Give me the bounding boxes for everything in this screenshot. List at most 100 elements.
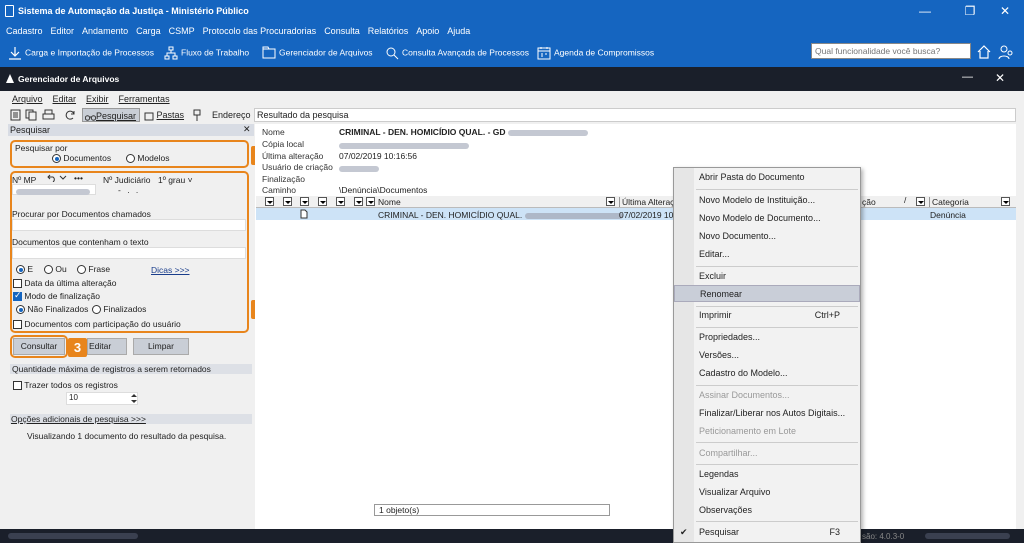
ctx-novo-documento[interactable]: Novo Documento... bbox=[674, 228, 860, 245]
chevron-down-icon[interactable] bbox=[59, 175, 67, 181]
limpar-button[interactable]: Limpar bbox=[133, 338, 189, 355]
close-button[interactable]: ✕ bbox=[990, 2, 1020, 20]
menu-relatorios[interactable]: Relatórios bbox=[364, 23, 413, 36]
search-panel-close-icon[interactable]: ✕ bbox=[243, 124, 251, 135]
ctx-pesquisar[interactable]: ✔ Pesquisar F3 bbox=[674, 524, 860, 541]
window-title: Sistema de Automação da Justiça - Minist… bbox=[18, 6, 249, 16]
menu-editor[interactable]: Editor bbox=[47, 23, 79, 36]
nmp-input[interactable] bbox=[12, 184, 96, 195]
ctx-editar[interactable]: Editar... bbox=[674, 246, 860, 263]
menu-carga[interactable]: Carga bbox=[132, 23, 165, 36]
col-header-nome[interactable]: Nome bbox=[378, 197, 401, 207]
stepper-arrows-icon[interactable] bbox=[130, 392, 138, 405]
col-filter-categoria[interactable] bbox=[1001, 197, 1010, 206]
dicas-link[interactable]: Dicas >>> bbox=[151, 265, 190, 275]
refresh-icon[interactable] bbox=[64, 109, 76, 121]
copy-doc-icon[interactable] bbox=[25, 109, 37, 121]
ctx-renomear[interactable]: Renomear bbox=[674, 285, 860, 302]
grau-select[interactable]: 1º grau ˅ bbox=[158, 175, 193, 185]
radio-e-circle bbox=[16, 265, 25, 275]
ctx-novo-modelo-documento[interactable]: Novo Modelo de Documento... bbox=[674, 210, 860, 227]
procurar-input[interactable] bbox=[12, 219, 246, 231]
col-header-cao[interactable]: ção bbox=[862, 197, 876, 207]
restore-button[interactable]: ❐ bbox=[955, 2, 985, 20]
opcoes-link[interactable]: Opções adicionais de pesquisa >>> bbox=[11, 414, 146, 424]
col-filter-6[interactable] bbox=[354, 197, 363, 206]
col-sort-icon[interactable]: / bbox=[904, 195, 906, 205]
checkbox-modo-finalizacao[interactable]: Modo de finalização bbox=[13, 290, 100, 302]
menu-protocolo[interactable]: Protocolo das Procuradorias bbox=[199, 23, 321, 36]
radio-modelos[interactable]: Modelos bbox=[126, 153, 170, 164]
col-filter-5[interactable] bbox=[336, 197, 345, 206]
toolbar-gerenciador[interactable]: Gerenciador de Arquivos bbox=[262, 46, 373, 60]
home-search-icon[interactable] bbox=[976, 44, 992, 60]
col-filter-7[interactable] bbox=[366, 197, 375, 206]
toolbar-agenda[interactable]: Agenda de Compromissos bbox=[537, 46, 654, 60]
detail-caminho: \Denúncia\Documentos bbox=[339, 185, 428, 195]
inner-menu-ferramentas[interactable]: Ferramentas bbox=[119, 94, 170, 104]
toolbar-consulta-avancada[interactable]: Consulta Avançada de Processos bbox=[385, 46, 529, 60]
col-filter-3[interactable] bbox=[300, 197, 309, 206]
detail-ultima: 07/02/2019 10:16:56 bbox=[339, 151, 417, 161]
procurar-label: Procurar por Documentos chamados bbox=[12, 209, 151, 219]
toolbar-fluxo[interactable]: Fluxo de Trabalho bbox=[164, 46, 249, 60]
col-filter-4[interactable] bbox=[318, 197, 327, 206]
address-field[interactable]: Resultado da pesquisa bbox=[254, 108, 1016, 122]
col-filter-1[interactable] bbox=[265, 197, 274, 206]
menu-andamento[interactable]: Andamento bbox=[78, 23, 132, 36]
ctx-separator bbox=[696, 189, 858, 190]
detail-label-copia: Cópia local bbox=[262, 139, 305, 149]
inner-minimize-button[interactable]: — bbox=[962, 71, 973, 83]
inner-menu-arquivo[interactable]: Arquivo bbox=[12, 94, 43, 104]
inner-close-button[interactable]: ✕ bbox=[995, 71, 1005, 85]
radio-frase[interactable]: Frase bbox=[77, 264, 110, 275]
checkbox-trazer-todos[interactable]: Trazer todos os registros bbox=[13, 380, 118, 391]
toolbar-carga[interactable]: Carga e Importação de Processos bbox=[8, 46, 154, 60]
new-doc-icon[interactable] bbox=[10, 109, 22, 121]
functionality-search-input[interactable] bbox=[811, 43, 971, 59]
print-icon[interactable] bbox=[42, 109, 55, 121]
pesquisar-toolbar-button[interactable]: Pesquisar bbox=[82, 108, 140, 122]
radio-documentos[interactable]: Documentos bbox=[52, 153, 111, 164]
radio-finalizados[interactable]: Finalizados bbox=[92, 304, 146, 315]
inner-menu-editar[interactable]: Editar bbox=[53, 94, 77, 104]
undo-icon[interactable] bbox=[47, 174, 57, 182]
editar-button[interactable]: Editar bbox=[87, 338, 127, 355]
detail-label-nome: Nome bbox=[262, 127, 285, 137]
ctx-cadastro-modelo[interactable]: Cadastro do Modelo... bbox=[674, 365, 860, 382]
ctx-versoes[interactable]: Versões... bbox=[674, 347, 860, 364]
contenham-input[interactable] bbox=[12, 247, 246, 259]
col-filter-cao[interactable] bbox=[916, 197, 925, 206]
menu-consulta[interactable]: Consulta bbox=[320, 23, 364, 36]
ctx-finalizar-liberar[interactable]: Finalizar/Liberar nos Autos Digitais... bbox=[674, 405, 860, 422]
radio-ou[interactable]: Ou bbox=[44, 264, 67, 275]
radio-nao-finalizados[interactable]: Não Finalizados bbox=[16, 304, 88, 315]
pastas-toolbar-button[interactable]: Pastas bbox=[144, 108, 184, 122]
users-icon[interactable] bbox=[998, 44, 1014, 60]
njud-label: Nº Judiciário bbox=[103, 175, 151, 185]
ctx-observacoes[interactable]: Observações bbox=[674, 502, 860, 519]
ctx-propriedades[interactable]: Propriedades... bbox=[674, 329, 860, 346]
pin-icon[interactable] bbox=[192, 109, 202, 121]
minimize-button[interactable]: — bbox=[910, 2, 940, 20]
checkbox-participacao[interactable]: Documentos com participação do usuário bbox=[13, 319, 181, 330]
checkbox-data-alteracao[interactable]: Data da última alteração bbox=[13, 278, 117, 289]
njud-input[interactable]: - . . bbox=[118, 185, 140, 195]
col-filter-2[interactable] bbox=[283, 197, 292, 206]
ctx-visualizar-arquivo[interactable]: Visualizar Arquivo bbox=[674, 484, 860, 501]
ctx-legendas[interactable]: Legendas bbox=[674, 466, 860, 483]
menu-apoio[interactable]: Apoio bbox=[412, 23, 443, 36]
menu-cadastro[interactable]: Cadastro bbox=[0, 23, 47, 36]
ctx-novo-modelo-instituicao[interactable]: Novo Modelo de Instituição... bbox=[674, 192, 860, 209]
ctx-abrir-pasta[interactable]: Abrir Pasta do Documento bbox=[674, 169, 860, 186]
qtd-stepper[interactable]: 10 bbox=[66, 392, 138, 405]
ctx-excluir[interactable]: Excluir bbox=[674, 268, 860, 285]
col-header-categoria[interactable]: Categoria bbox=[929, 197, 969, 207]
menu-csmp[interactable]: CSMP bbox=[165, 23, 199, 36]
menu-ajuda[interactable]: Ajuda bbox=[443, 23, 474, 36]
radio-e[interactable]: E bbox=[16, 264, 33, 275]
col-filter-nome[interactable] bbox=[606, 197, 615, 206]
more-options-icon[interactable]: ••• bbox=[74, 173, 83, 183]
ctx-imprimir[interactable]: Imprimir Ctrl+P bbox=[674, 307, 860, 324]
inner-menu-exibir[interactable]: Exibir bbox=[86, 94, 109, 104]
